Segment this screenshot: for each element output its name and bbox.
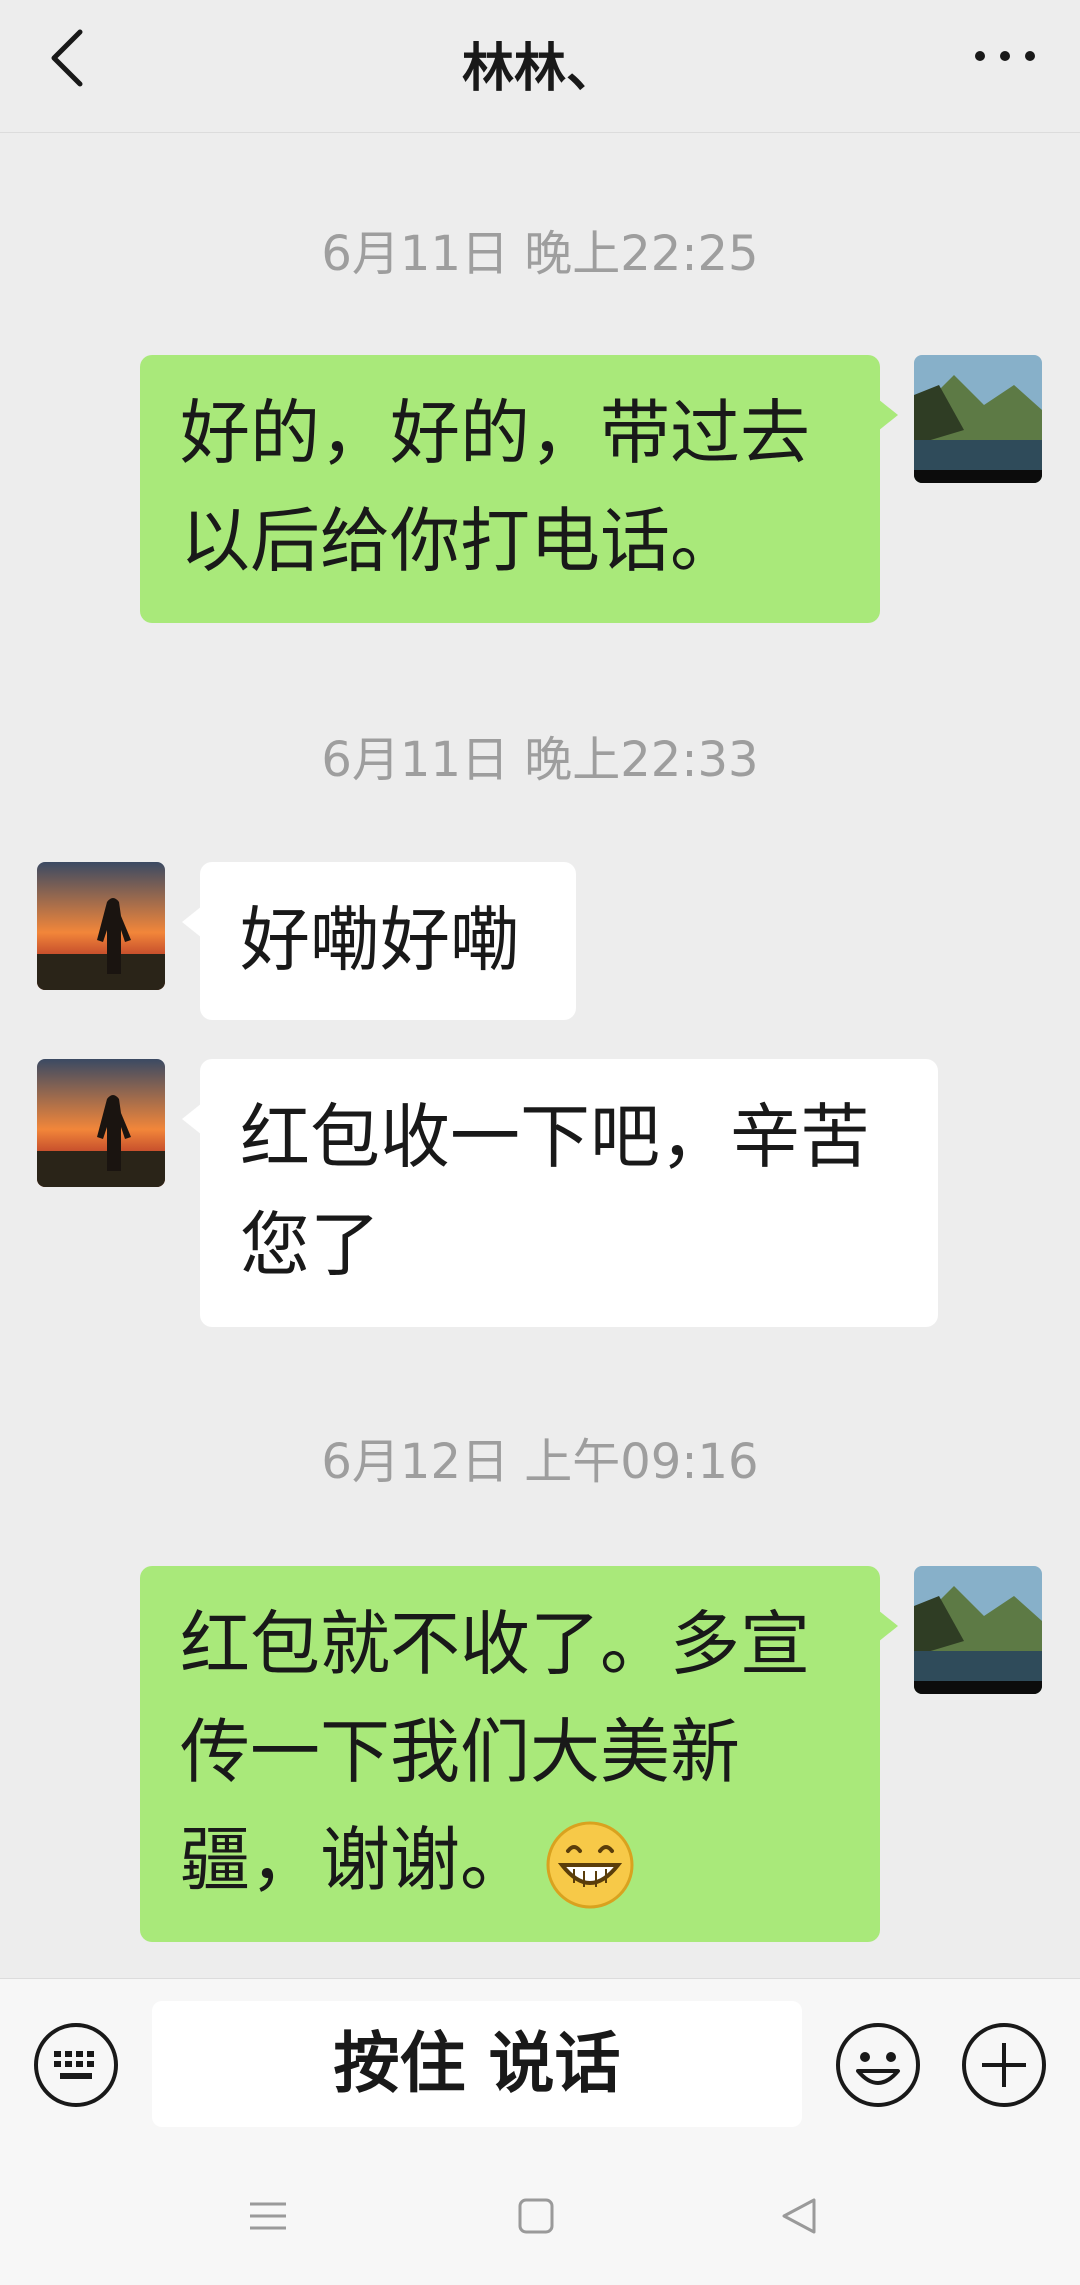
emoji-button[interactable]	[834, 2021, 922, 2109]
more-button[interactable]	[970, 36, 1040, 76]
more-functions-button[interactable]	[960, 2021, 1048, 2109]
sent-message-bubble[interactable]: 红包就不收了。多宣传一下我们大美新疆，谢谢。	[140, 1566, 898, 1942]
received-message-bubble[interactable]: 红包收一下吧，辛苦您了	[182, 1059, 938, 1327]
chat-title: 林林、	[461, 39, 618, 99]
grin-emoji-icon	[544, 1819, 636, 1911]
received-message-bubble[interactable]: 好嘞好嘞	[182, 862, 576, 1020]
my-avatar[interactable]	[914, 355, 1042, 483]
timestamp: 6月12日 上午09:16	[321, 1434, 759, 1490]
more-dots-icon	[975, 51, 1035, 61]
keyboard-icon	[34, 2023, 118, 2107]
home-button[interactable]	[512, 2192, 560, 2240]
menu-button[interactable]	[244, 2192, 292, 2240]
smiley-icon	[836, 2023, 920, 2107]
hold-to-talk-button[interactable]: 按住 说话	[152, 2001, 802, 2127]
keyboard-button[interactable]	[32, 2021, 120, 2109]
contact-avatar[interactable]	[37, 862, 165, 990]
menu-icon	[250, 2202, 286, 2230]
back-triangle-icon	[782, 2198, 816, 2234]
timestamp: 6月11日 晚上22:33	[321, 732, 759, 788]
timestamp: 6月11日 晚上22:25	[321, 226, 759, 282]
home-square-icon	[518, 2198, 554, 2234]
chat-header: 林林、	[0, 0, 1080, 133]
system-nav-bar	[0, 2148, 1080, 2285]
contact-avatar[interactable]	[37, 1059, 165, 1187]
plus-icon	[962, 2023, 1046, 2107]
message-text: 红包就不收了。多宣传一下我们大美新疆，谢谢。	[180, 1603, 810, 1901]
my-avatar[interactable]	[914, 1566, 1042, 1694]
back-nav-button[interactable]	[776, 2192, 824, 2240]
sent-message-bubble[interactable]: 好的，好的，带过去以后给你打电话。	[140, 355, 898, 623]
input-bar: 按住 说话	[0, 1978, 1080, 2149]
